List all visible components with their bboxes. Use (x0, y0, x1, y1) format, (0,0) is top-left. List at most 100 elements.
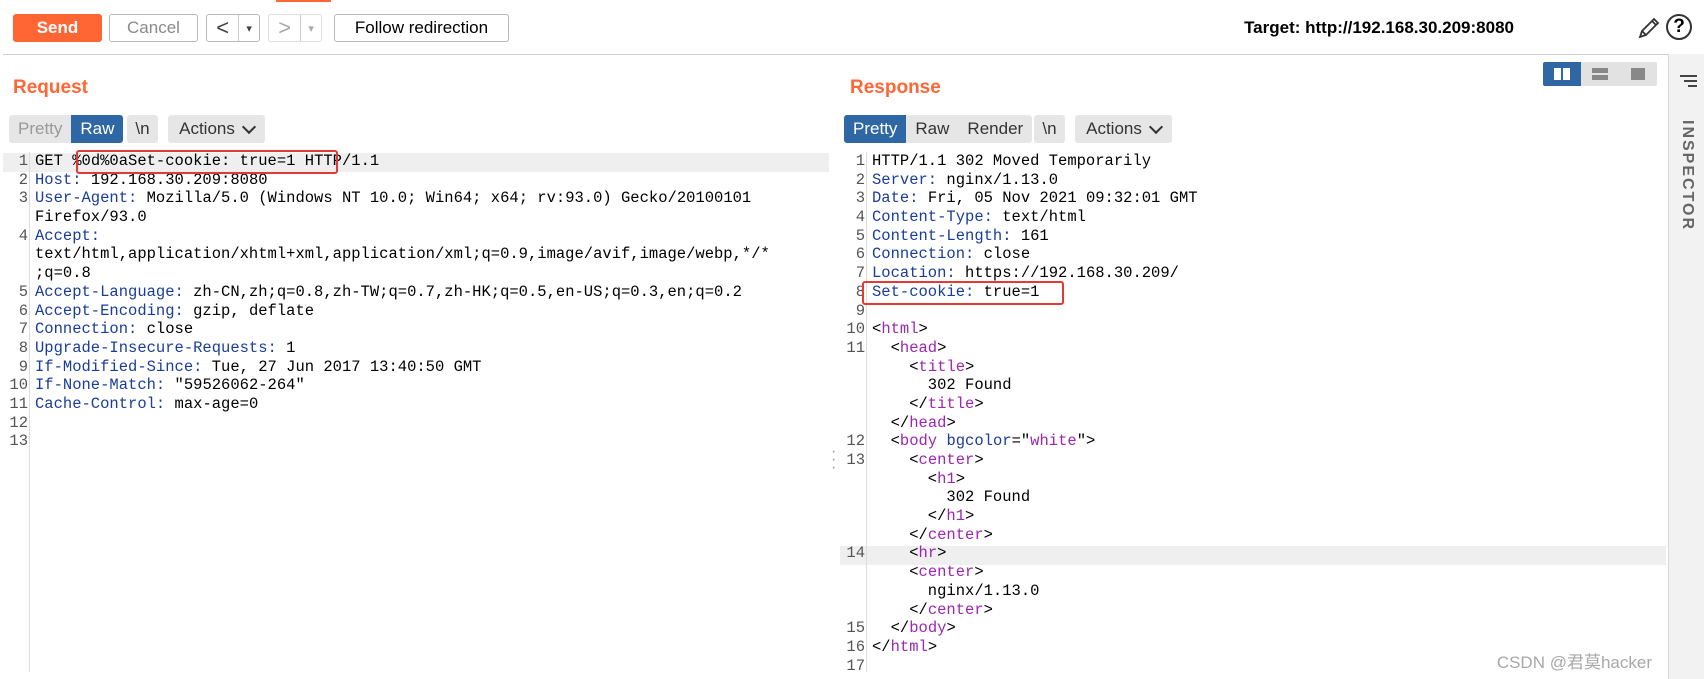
response-actions-button[interactable]: Actions (1075, 115, 1172, 143)
line-number: 6 (855, 245, 865, 264)
code-line[interactable]: <center> (840, 563, 1666, 582)
code-line[interactable]: 1 HTTP/1.1 302 Moved Temporarily (840, 152, 1666, 171)
request-tab-raw[interactable]: Raw (71, 115, 124, 143)
code-token: Location: (872, 264, 956, 283)
line-number: 13 (9, 432, 28, 451)
code-line[interactable]: 9 If-Modified-Since: Tue, 27 Jun 2017 13:… (3, 358, 829, 377)
code-line[interactable]: 15 </body> (840, 619, 1666, 638)
code-line[interactable]: 4 Content-Type: text/html (840, 208, 1666, 227)
menu-icon[interactable] (1678, 74, 1698, 88)
line-number: 12 (9, 413, 28, 432)
request-editor[interactable]: 1 GET %0d%0aSet-cookie: true=1 HTTP/1.1 2 H… (3, 152, 829, 451)
response-newline-toggle[interactable]: \n (1034, 115, 1065, 143)
response-editor[interactable]: 1 HTTP/1.1 302 Moved Temporarily 2 Server: … (840, 152, 1666, 675)
response-tab-pretty[interactable]: Pretty (844, 115, 907, 143)
code-line[interactable]: 10 <html> (840, 320, 1666, 339)
code-line[interactable]: text/html,application/xhtml+xml,applicat… (3, 245, 829, 264)
response-tab-raw[interactable]: Raw (906, 115, 959, 143)
code-line[interactable]: </h1> (840, 507, 1666, 526)
code-line[interactable]: 13 (3, 432, 829, 451)
code-line[interactable]: 6 Accept-Encoding: gzip, deflate (3, 302, 829, 321)
code-line[interactable]: 10 If-None-Match: "59526062-264" (3, 376, 829, 395)
code-token: > (983, 600, 993, 619)
code-line[interactable]: 12 (3, 414, 829, 433)
code-token: > (983, 525, 993, 544)
cancel-button[interactable]: Cancel (109, 14, 198, 42)
history-back-button[interactable]: < ▾ (206, 14, 260, 42)
code-line[interactable]: 13 <center> (840, 451, 1666, 470)
line-text: <h1> (872, 470, 965, 489)
request-actions-button[interactable]: Actions (168, 115, 265, 143)
line-text: Connection: close (35, 320, 193, 339)
code-line[interactable]: 7 Connection: close (3, 320, 829, 339)
line-text: <html> (872, 320, 928, 339)
layout-side-by-side-icon[interactable] (1543, 62, 1581, 86)
code-line[interactable]: 4 Accept: (3, 227, 829, 246)
code-line[interactable]: </head> (840, 414, 1666, 433)
code-token: > (974, 394, 984, 413)
code-line[interactable]: 8 Upgrade-Insecure-Requests: 1 (3, 339, 829, 358)
line-text: User-Agent: Mozilla/5.0 (Windows NT 10.0… (35, 189, 751, 208)
line-text: </body> (872, 619, 956, 638)
request-tab-pretty[interactable]: Pretty (9, 115, 72, 143)
code-line[interactable]: 11 <head> (840, 339, 1666, 358)
code-line[interactable]: 6 Connection: close (840, 245, 1666, 264)
send-button[interactable]: Send (13, 14, 102, 42)
code-line[interactable]: 7 Location: https://192.168.30.209/ (840, 264, 1666, 283)
request-highlight-box (76, 150, 338, 174)
edit-pencil-icon[interactable] (1636, 15, 1662, 41)
code-token: < (872, 432, 900, 451)
code-line[interactable]: <h1> (840, 470, 1666, 489)
code-line[interactable]: 12 <body bgcolor="white"> (840, 432, 1666, 451)
code-line[interactable]: <title> (840, 358, 1666, 377)
code-line[interactable]: </center> (840, 526, 1666, 545)
code-token: Connection: (35, 320, 138, 339)
code-token: < (872, 338, 900, 357)
request-title: Request (13, 77, 88, 98)
code-line[interactable]: 11 Cache-Control: max-age=0 (3, 395, 829, 414)
code-line[interactable]: 5 Content-Length: 161 (840, 227, 1666, 246)
code-line[interactable]: </center> (840, 601, 1666, 620)
code-token: Tue, 27 Jun 2017 13:40:50 GMT (202, 357, 482, 376)
split-drag-handle[interactable]: · · · (831, 444, 836, 476)
layout-stacked-icon[interactable] (1581, 62, 1619, 86)
forward-arrow-icon[interactable]: > (269, 15, 300, 41)
line-number: 4 (855, 208, 865, 227)
code-token: Server: (872, 170, 938, 189)
line-number: 15 (846, 619, 865, 638)
help-icon[interactable]: ? (1666, 14, 1692, 40)
line-text: </head> (872, 414, 956, 433)
code-line[interactable]: 302 Found (840, 376, 1666, 395)
code-token: "> (1076, 432, 1096, 451)
code-line[interactable]: 3 User-Agent: Mozilla/5.0 (Windows NT 10.… (3, 189, 829, 208)
target-label[interactable]: Target: http://192.168.30.209:8080 (1244, 18, 1514, 38)
code-line[interactable]: 2 Server: nginx/1.13.0 (840, 171, 1666, 190)
line-text: Server: nginx/1.13.0 (872, 171, 1058, 190)
active-tab-indicator (276, 0, 331, 2)
code-line[interactable]: </title> (840, 395, 1666, 414)
history-forward-button[interactable]: > ▾ (268, 14, 322, 42)
inspector-label[interactable]: INSPECTOR (1678, 120, 1696, 231)
line-text: <center> (872, 563, 984, 582)
code-line[interactable]: 5 Accept-Language: zh-CN,zh;q=0.8,zh-TW;q… (3, 283, 829, 302)
back-arrow-icon[interactable]: < (207, 15, 238, 41)
request-newline-toggle[interactable]: \n (127, 115, 158, 143)
response-tab-render[interactable]: Render (958, 115, 1033, 143)
code-token: body (909, 619, 947, 638)
code-token: text/html (992, 208, 1086, 227)
forward-dropdown-icon[interactable]: ▾ (300, 15, 321, 41)
code-token: > (955, 469, 966, 488)
code-line[interactable]: 302 Found (840, 488, 1666, 507)
inspector-sidebar[interactable]: INSPECTOR (1668, 54, 1704, 679)
back-dropdown-icon[interactable]: ▾ (238, 15, 259, 41)
follow-redirection-button[interactable]: Follow redirection (334, 14, 509, 42)
code-line[interactable]: 3 Date: Fri, 05 Nov 2021 09:32:01 GMT (840, 189, 1666, 208)
code-line[interactable]: nginx/1.13.0 (840, 582, 1666, 601)
code-line[interactable]: Firefox/93.0 (3, 208, 829, 227)
code-token: 1 (276, 338, 296, 357)
code-token: https://192.168.30.209/ (955, 264, 1179, 283)
code-token: > (974, 563, 984, 582)
code-line[interactable]: ;q=0.8 (3, 264, 829, 283)
layout-single-icon[interactable] (1619, 62, 1657, 86)
code-line[interactable]: 14 <hr> (840, 544, 1666, 563)
